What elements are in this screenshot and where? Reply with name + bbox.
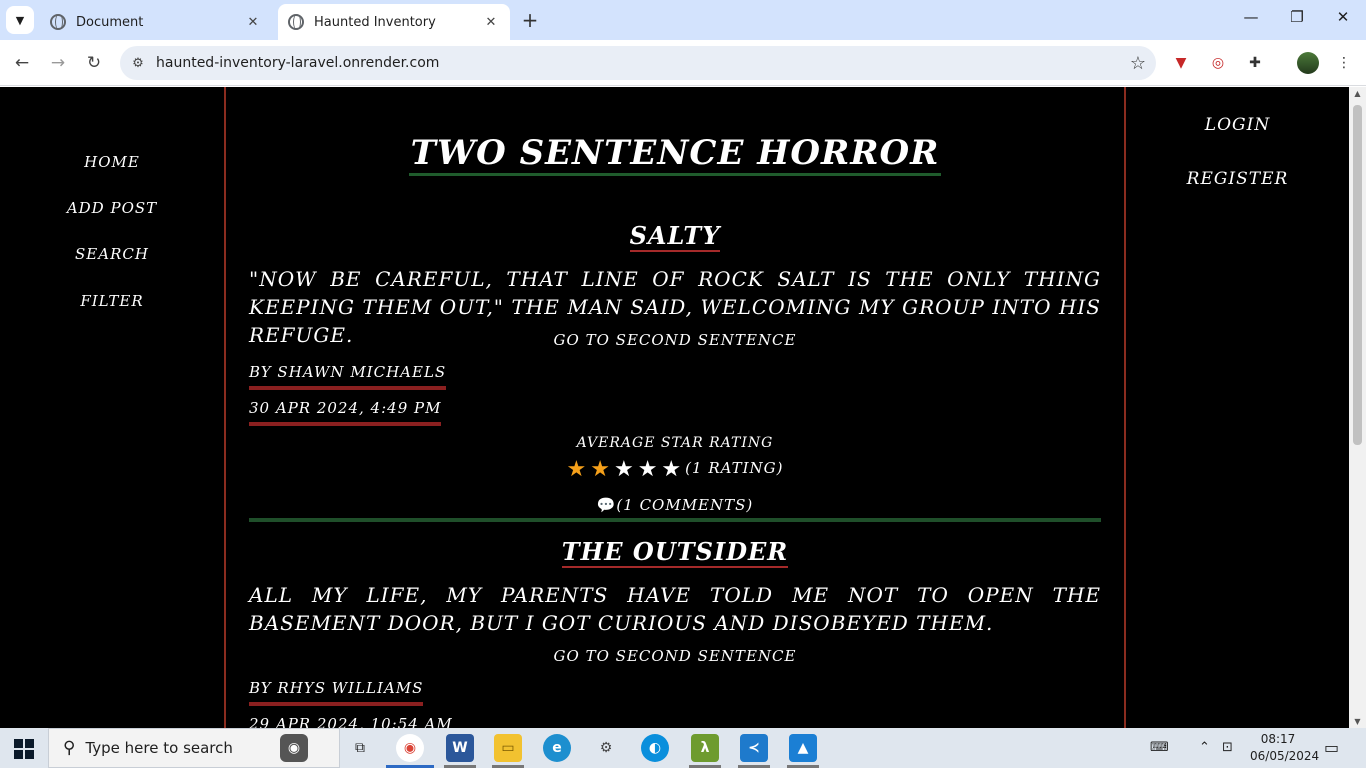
tab-search-button[interactable]: ▼ <box>6 6 34 34</box>
star-filled-icon[interactable]: ★ <box>590 457 614 482</box>
url-text[interactable]: haunted-inventory-laravel.onrender.com <box>156 55 1120 71</box>
edge-icon[interactable]: e <box>543 734 571 762</box>
browser-toolbar: ← → ↻ ⚙ haunted-inventory-laravel.onrend… <box>0 40 1366 86</box>
minimize-button[interactable]: — <box>1228 8 1274 26</box>
site-info-icon[interactable]: ⚙ <box>120 56 156 71</box>
address-bar[interactable]: ⚙ haunted-inventory-laravel.onrender.com… <box>120 46 1156 80</box>
photos-icon[interactable]: ▲ <box>789 734 817 762</box>
tab-title: Document <box>76 14 144 30</box>
tab-haunted-inventory[interactable]: Haunted Inventory ✕ <box>278 4 510 40</box>
post-author-link[interactable]: By Rhys Williams <box>249 679 424 706</box>
star-empty-icon[interactable]: ★ <box>661 457 685 482</box>
second-sentence-link[interactable]: Go to second sentence <box>226 647 1124 665</box>
windows-start-icon[interactable] <box>14 739 34 759</box>
chevron-up-icon[interactable]: ⌃ <box>1199 728 1210 768</box>
scroll-down-arrow-icon[interactable]: ▼ <box>1349 717 1366 726</box>
post-date: 30 Apr 2024, 4:49 PM <box>249 399 442 426</box>
main-content: Two Sentence Horror Salty "Now be carefu… <box>224 87 1126 728</box>
post-author-link[interactable]: By Shawn Michaels <box>249 363 447 390</box>
back-button[interactable]: ← <box>9 50 35 76</box>
screen-capture-icon[interactable]: ◎ <box>1208 53 1228 73</box>
reload-button[interactable]: ↻ <box>81 50 107 76</box>
system-clock[interactable]: 08:17 06/05/2024 <box>1250 731 1320 765</box>
close-tab-icon[interactable]: ✕ <box>244 15 262 30</box>
nav-search-link[interactable]: Search <box>0 245 224 263</box>
profile-avatar[interactable] <box>1297 52 1319 74</box>
comments-count: (1 comments) <box>616 496 754 514</box>
tab-document[interactable]: Document ✕ <box>40 4 272 40</box>
search-icon: ⚲ <box>63 738 76 758</box>
second-sentence-link[interactable]: Go to second sentence <box>226 331 1124 349</box>
close-tab-icon[interactable]: ✕ <box>482 15 500 30</box>
scroll-up-arrow-icon[interactable]: ▲ <box>1349 89 1366 98</box>
nav-add-post-link[interactable]: Add Post <box>0 199 224 217</box>
post-title[interactable]: The Outsider <box>226 537 1124 568</box>
word-icon[interactable]: W <box>446 734 474 762</box>
bookmark-star-icon[interactable]: ☆ <box>1120 53 1156 74</box>
star-empty-icon[interactable]: ★ <box>638 457 662 482</box>
spreadsheet-icon[interactable]: λ <box>691 734 719 762</box>
right-navigation: Login Register <box>1126 87 1349 728</box>
post-divider <box>249 518 1101 522</box>
comments-link[interactable]: 💬(1 comments) <box>226 496 1124 514</box>
menu-kebab-icon[interactable]: ⋮ <box>1334 53 1354 73</box>
new-tab-button[interactable]: + <box>518 8 542 32</box>
chrome-icon[interactable]: ◉ <box>396 734 424 762</box>
keyboard-icon[interactable]: ⌨ <box>1150 728 1169 768</box>
post-date: 29 Apr 2024, 10:54 AM <box>249 715 453 728</box>
tab-title: Haunted Inventory <box>314 14 436 30</box>
login-link[interactable]: Login <box>1126 115 1349 135</box>
star-empty-icon[interactable]: ★ <box>614 457 638 482</box>
close-window-button[interactable]: ✕ <box>1320 8 1366 26</box>
extension-icon[interactable]: ▼ <box>1171 53 1191 73</box>
site-title[interactable]: Two Sentence Horror <box>226 133 1124 176</box>
network-icon[interactable]: ⊡ <box>1222 728 1233 768</box>
chevron-down-icon: ▼ <box>15 13 25 27</box>
tab-strip: ▼ Document ✕ Haunted Inventory ✕ + — ❐ ✕ <box>0 0 1366 40</box>
file-explorer-icon[interactable]: ▭ <box>494 734 522 762</box>
clock-time: 08:17 <box>1260 732 1296 746</box>
left-navigation: Home Add Post Search Filter <box>0 87 224 728</box>
star-filled-icon[interactable]: ★ <box>566 457 590 482</box>
globe-icon <box>288 14 304 30</box>
web-page: Home Add Post Search Filter Two Sentence… <box>0 87 1349 728</box>
page-scrollbar[interactable]: ▲ ▼ <box>1349 87 1366 728</box>
average-rating-label: Average Star Rating <box>576 435 774 451</box>
post-title[interactable]: Salty <box>226 221 1124 252</box>
speech-bubble-icon: 💬 <box>596 496 617 514</box>
notification-icon[interactable]: ▭ <box>1324 728 1339 768</box>
app-icon[interactable]: ◐ <box>641 734 669 762</box>
camera-icon[interactable]: ◉ <box>280 734 308 762</box>
register-link[interactable]: Register <box>1126 169 1349 189</box>
star-rating: ★★★★★(1 rating) <box>226 457 1124 482</box>
settings-gear-icon[interactable]: ⚙ <box>592 734 620 762</box>
browser-chrome: ▼ Document ✕ Haunted Inventory ✕ + — ❐ ✕… <box>0 0 1366 87</box>
restore-button[interactable]: ❐ <box>1274 8 1320 26</box>
windows-taskbar: ⚲ Type here to search ◉ ⧉ ◉ W ▭ e ⚙ ◐ λ … <box>0 728 1366 768</box>
rating-count: (1 rating) <box>685 459 784 477</box>
puzzle-icon[interactable]: ✚ <box>1245 53 1265 73</box>
scrollbar-thumb[interactable] <box>1353 105 1362 445</box>
nav-home-link[interactable]: Home <box>0 153 224 171</box>
forward-button[interactable]: → <box>45 50 71 76</box>
globe-icon <box>50 14 66 30</box>
vscode-icon[interactable]: ≺ <box>740 734 768 762</box>
clock-date: 06/05/2024 <box>1250 749 1320 763</box>
post-first-sentence: All my life, my parents have told me not… <box>249 583 1101 635</box>
task-view-icon[interactable]: ⧉ <box>346 734 374 762</box>
nav-filter-link[interactable]: Filter <box>0 292 224 310</box>
taskbar-search-placeholder: Type here to search <box>85 739 233 757</box>
